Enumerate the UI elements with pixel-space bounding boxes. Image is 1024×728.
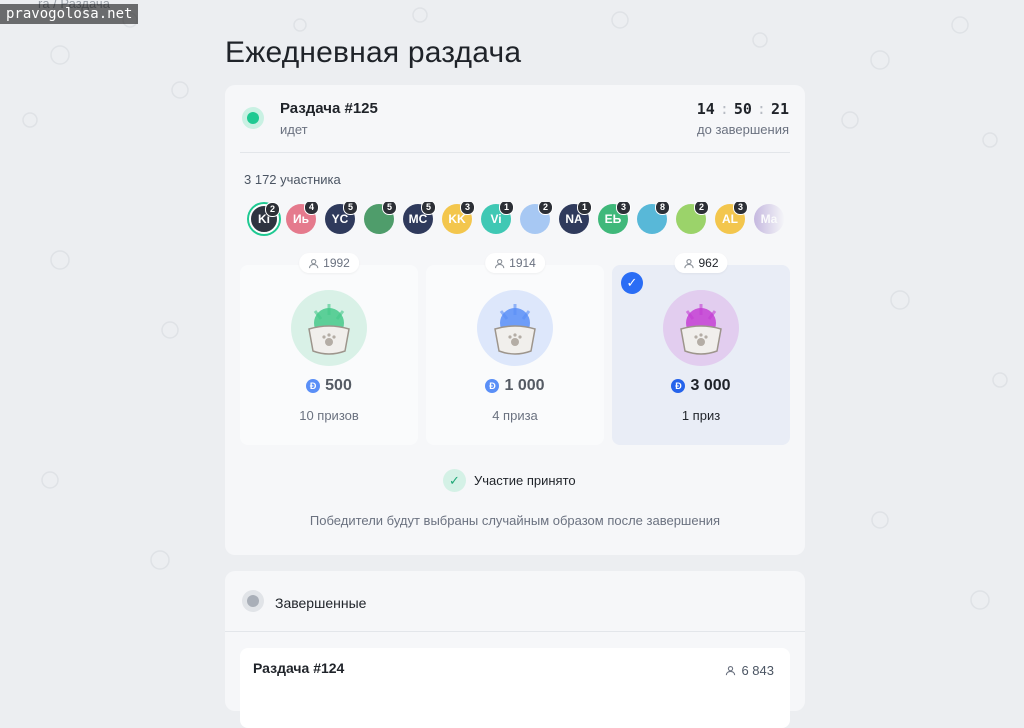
completed-participants: 6 843 [725,663,774,678]
timer-seconds: 21 [770,100,789,118]
tier-participants-count: 962 [698,256,719,270]
divider [225,631,805,632]
participant-avatar[interactable]: KK 3 [442,202,475,234]
participant-avatar[interactable]: EЬ 3 [598,202,631,234]
tier-amount: Đ 1 000 [426,377,604,395]
avatar-badge: 1 [577,202,592,215]
user-icon [494,258,505,268]
user-icon [684,258,694,268]
tier-prizes: 1 приз [681,408,721,423]
divider [240,152,790,153]
prize-pot-icon [477,290,553,366]
avatar-badge: 2 [538,202,553,215]
avatar-badge: 3 [460,202,475,215]
participation-accepted-label: Участие принято [474,473,576,488]
participation-accepted: ✓ Участие принято [443,469,576,492]
tier-amount: Đ 500 [240,377,418,395]
tier-participants: 962 [674,253,728,273]
watermark: pravogolosa.net [0,4,139,24]
avatars-fade [745,202,785,238]
prize-pot-icon [663,290,739,366]
participant-avatar[interactable]: Иь 4 [286,202,319,234]
participant-avatar[interactable]: Ki 2 [249,202,280,234]
winners-info-text: Победители будут выбраны случайным образ… [309,513,721,528]
tier-amount: Đ 3 000 [612,377,790,395]
avatar-initials: Vi [490,212,502,226]
current-giveaway-card: Раздача #125 идет 14 : 50 : 21 до заверш… [225,85,805,555]
avatar-badge: 5 [343,202,358,215]
completed-status-icon [242,590,264,612]
participant-avatar[interactable]: MC 5 [403,202,436,234]
tier-participants: 1914 [485,253,545,273]
avatar-badge: 5 [421,202,436,215]
participant-avatar[interactable]: 2 [676,202,709,234]
tier-amount-value: 500 [325,377,352,394]
timer-separator: : [756,100,766,118]
prize-pot-icon [291,290,367,366]
giveaway-title: Раздача #125 [280,100,378,117]
completed-participants-count: 6 843 [741,663,774,678]
completed-giveaway-title: Раздача #124 [253,660,345,676]
timer-separator: : [719,100,729,118]
tier-participants: 1992 [299,253,359,273]
participant-avatar[interactable]: 8 [637,202,670,234]
completed-title: Завершенные [275,595,367,611]
completed-giveaways-card: Завершенные Раздача #124 6 843 [225,571,805,728]
participant-avatar[interactable]: Vi 1 [481,202,514,234]
coin-icon: Đ [671,379,686,393]
countdown-timer: 14 : 50 : 21 [697,100,789,118]
page-title: Ежедневная раздача [225,36,522,69]
participant-avatar[interactable]: YC 5 [325,202,358,234]
giveaway-status: идет [280,122,308,137]
participant-avatars[interactable]: Ki2Иь4YC55MC5KK3Vi12NA1EЬ382AL3Ma [247,202,785,238]
tier-participants-count: 1914 [509,256,536,270]
tier-prizes: 10 призов [299,408,359,423]
user-icon [726,666,736,676]
avatar-badge: 5 [382,202,397,215]
participant-avatar[interactable]: AL 3 [715,202,748,234]
tier-participants-count: 1992 [323,256,350,270]
avatar-badge: 1 [499,202,514,215]
participant-avatar[interactable]: NA 1 [559,202,592,234]
coin-icon: Đ [306,379,321,393]
tier-prizes: 4 приза [492,408,538,423]
participants-count: 3 172 участника [244,172,341,187]
avatar-badge: 8 [655,202,670,215]
coin-icon: Đ [485,379,500,393]
avatar-badge: 3 [616,202,631,215]
tier-amount-value: 3 000 [690,377,731,394]
avatar-badge: 2 [694,202,709,215]
timer-minutes: 50 [733,100,752,118]
participant-avatar[interactable]: 5 [364,202,397,234]
checkmark-icon: ✓ [443,469,466,492]
selected-check-icon: ✓ [621,272,643,294]
completed-giveaway-item[interactable]: Раздача #124 6 843 [240,648,790,728]
participant-avatar[interactable]: 2 [520,202,553,234]
prize-tier-option[interactable]: 962 ✓ Đ 3 000 1 приз [612,253,790,445]
avatar-badge: 2 [265,202,280,217]
timer-hours: 14 [696,100,715,118]
timer-caption: до завершения [697,122,789,137]
prize-tier-option[interactable]: 1914 Đ 1 000 4 приза [426,253,604,445]
active-status-icon [242,107,264,129]
user-icon [308,258,319,268]
tier-amount-value: 1 000 [504,377,545,394]
avatar-badge: 4 [304,202,319,215]
prize-tier-option[interactable]: 1992 Đ 500 10 призов [240,253,418,445]
